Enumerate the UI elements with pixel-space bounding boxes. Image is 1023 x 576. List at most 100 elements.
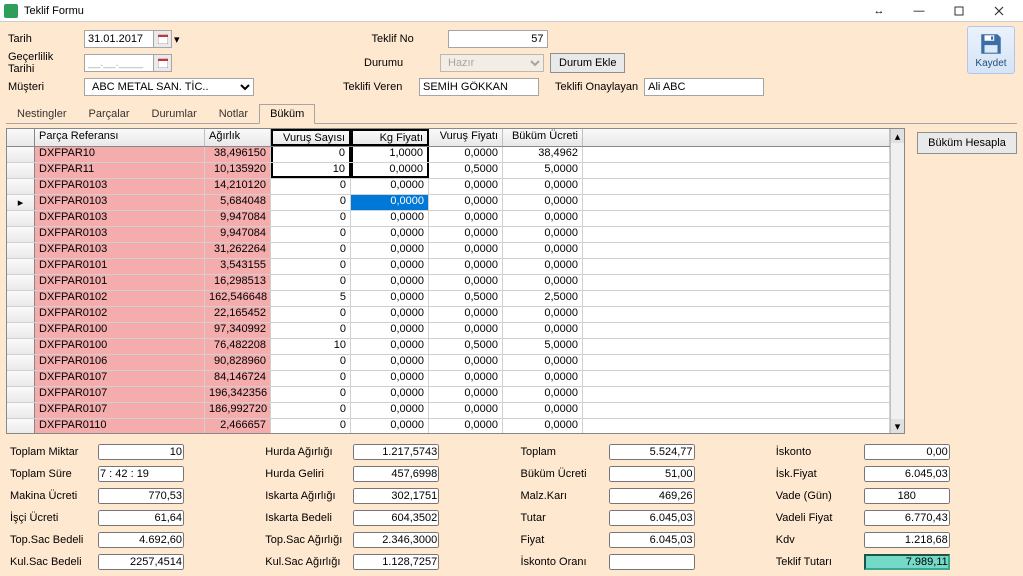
table-row[interactable]: DXFPAR0107186,99272000,00000,00000,0000 (7, 403, 890, 419)
tab-notlar[interactable]: Notlar (208, 104, 259, 124)
cell-vs[interactable]: 10 (271, 339, 351, 354)
cell-wt[interactable]: 31,262264 (205, 243, 271, 258)
cell-wt[interactable]: 5,684048 (205, 195, 271, 210)
cell-vs[interactable]: 0 (271, 323, 351, 338)
cell-vf[interactable]: 0,0000 (429, 371, 503, 386)
cell-wt[interactable]: 3,543155 (205, 259, 271, 274)
cell-ref[interactable]: DXFPAR0107 (35, 371, 205, 386)
topsac-agirligi-field[interactable] (353, 532, 439, 548)
cell-kg[interactable]: 0,0000 (351, 179, 429, 194)
iskonto-field[interactable] (864, 444, 950, 460)
isk-fiyat-field[interactable] (864, 466, 950, 482)
teklifi-veren-field[interactable] (419, 78, 539, 96)
save-button[interactable]: Kaydet (967, 26, 1015, 74)
table-row[interactable]: DXFPAR01039,94708400,00000,00000,0000 (7, 227, 890, 243)
cell-vs[interactable]: 5 (271, 291, 351, 306)
tab-parcalar[interactable]: Parçalar (78, 104, 141, 124)
cell-ref[interactable]: DXFPAR0100 (35, 323, 205, 338)
cell-vs[interactable]: 10 (271, 163, 351, 178)
cell-wt[interactable]: 84,146724 (205, 371, 271, 386)
table-row[interactable]: DXFPAR010331,26226400,00000,00000,0000 (7, 243, 890, 259)
cell-vf[interactable]: 0,0000 (429, 259, 503, 274)
musteri-select[interactable]: ABC METAL SAN. TİC.. (84, 78, 254, 96)
cell-ref[interactable]: DXFPAR0107 (35, 387, 205, 402)
calendar-icon[interactable] (154, 30, 172, 48)
cell-kg[interactable]: 0,0000 (351, 243, 429, 258)
cell-ref[interactable]: DXFPAR0102 (35, 291, 205, 306)
cell-vs[interactable]: 0 (271, 259, 351, 274)
cell-wt[interactable]: 162,546648 (205, 291, 271, 306)
kulsac-bedeli-field[interactable] (98, 554, 184, 570)
cell-vs[interactable]: 0 (271, 419, 351, 433)
cell-vs[interactable]: 0 (271, 387, 351, 402)
cell-vf[interactable]: 0,0000 (429, 387, 503, 402)
durumu-select[interactable]: Hazır (440, 54, 544, 72)
cell-bu[interactable]: 5,0000 (503, 339, 583, 354)
toplam-miktar-field[interactable] (98, 444, 184, 460)
table-row[interactable]: DXFPAR010784,14672400,00000,00000,0000 (7, 371, 890, 387)
iskonto-orani-field[interactable] (609, 554, 695, 570)
col-vf[interactable]: Vuruş Fiyatı (429, 129, 503, 146)
chevron-down-icon[interactable]: ▾ (174, 33, 180, 46)
sync-icon[interactable]: ↔ (859, 1, 899, 21)
cell-kg[interactable]: 0,0000 (351, 371, 429, 386)
cell-kg[interactable]: 0,0000 (351, 291, 429, 306)
cell-vf[interactable]: 0,0000 (429, 195, 503, 210)
table-row[interactable]: DXFPAR010222,16545200,00000,00000,0000 (7, 307, 890, 323)
table-row[interactable]: DXFPAR01102,46665700,00000,00000,0000 (7, 419, 890, 433)
cell-wt[interactable]: 2,466657 (205, 419, 271, 433)
table-row[interactable]: DXFPAR1038,49615001,00000,000038,4962 (7, 147, 890, 163)
cell-bu[interactable]: 0,0000 (503, 275, 583, 290)
cell-ref[interactable]: DXFPAR0103 (35, 227, 205, 242)
cell-vs[interactable]: 0 (271, 211, 351, 226)
tarih-field[interactable] (84, 30, 154, 48)
table-row[interactable]: DXFPAR0107196,34235600,00000,00000,0000 (7, 387, 890, 403)
cell-bu[interactable]: 0,0000 (503, 403, 583, 418)
cell-kg[interactable]: 0,0000 (351, 163, 429, 178)
table-row[interactable]: DXFPAR010690,82896000,00000,00000,0000 (7, 355, 890, 371)
cell-bu[interactable]: 0,0000 (503, 323, 583, 338)
table-row[interactable]: DXFPAR010116,29851300,00000,00000,0000 (7, 275, 890, 291)
teklif-tutari-field[interactable] (864, 554, 950, 570)
gecerlilik-field[interactable] (84, 54, 154, 72)
cell-vf[interactable]: 0,0000 (429, 355, 503, 370)
cell-kg[interactable]: 0,0000 (351, 419, 429, 433)
kdv-field[interactable] (864, 532, 950, 548)
cell-wt[interactable]: 9,947084 (205, 211, 271, 226)
cell-vf[interactable]: 0,0000 (429, 243, 503, 258)
cell-ref[interactable]: DXFPAR0100 (35, 339, 205, 354)
cell-vs[interactable]: 0 (271, 307, 351, 322)
iskarta-bedeli-field[interactable] (353, 510, 439, 526)
cell-vf[interactable]: 0,0000 (429, 179, 503, 194)
cell-wt[interactable]: 38,496150 (205, 147, 271, 162)
col-kg[interactable]: Kg Fiyatı (351, 129, 429, 146)
table-row[interactable]: DXFPAR010097,34099200,00000,00000,0000 (7, 323, 890, 339)
cell-kg[interactable]: 0,0000 (351, 307, 429, 322)
cell-ref[interactable]: DXFPAR0103 (35, 211, 205, 226)
cell-wt[interactable]: 186,992720 (205, 403, 271, 418)
col-vs[interactable]: Vuruş Sayısı (271, 129, 351, 146)
bukum-ucreti-field[interactable] (609, 466, 695, 482)
table-row[interactable]: DXFPAR010314,21012000,00000,00000,0000 (7, 179, 890, 195)
cell-kg[interactable]: 0,0000 (351, 275, 429, 290)
table-row[interactable]: DXFPAR010076,482208100,00000,50005,0000 (7, 339, 890, 355)
vade-field[interactable] (864, 488, 950, 504)
table-row[interactable]: DXFPAR01039,94708400,00000,00000,0000 (7, 211, 890, 227)
cell-bu[interactable]: 0,0000 (503, 211, 583, 226)
cell-ref[interactable]: DXFPAR0106 (35, 355, 205, 370)
teklifi-onaylayan-field[interactable] (644, 78, 764, 96)
cell-vf[interactable]: 0,0000 (429, 323, 503, 338)
cell-vf[interactable]: 0,5000 (429, 163, 503, 178)
isci-field[interactable] (98, 510, 184, 526)
cell-bu[interactable]: 2,5000 (503, 291, 583, 306)
iskarta-agirligi-field[interactable] (353, 488, 439, 504)
cell-vf[interactable]: 0,0000 (429, 227, 503, 242)
cell-bu[interactable]: 0,0000 (503, 419, 583, 433)
cell-kg[interactable]: 0,0000 (351, 339, 429, 354)
cell-wt[interactable]: 97,340992 (205, 323, 271, 338)
maximize-button[interactable] (939, 1, 979, 21)
cell-kg[interactable]: 0,0000 (351, 403, 429, 418)
cell-vs[interactable]: 0 (271, 147, 351, 162)
tab-durumlar[interactable]: Durumlar (141, 104, 208, 124)
cell-vf[interactable]: 0,0000 (429, 419, 503, 433)
